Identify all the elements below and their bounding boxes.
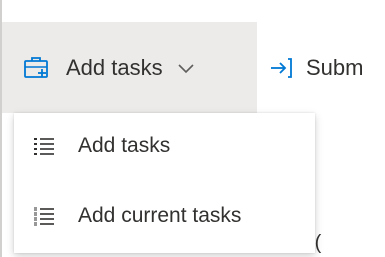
submit-arrow-icon bbox=[268, 55, 294, 81]
add-tasks-dropdown-menu: Add tasks Add current tasks bbox=[14, 113, 315, 253]
menu-item-label: Add tasks bbox=[78, 134, 171, 157]
add-task-briefcase-icon bbox=[22, 53, 52, 83]
menu-item-add-current-tasks[interactable]: Add current tasks bbox=[14, 183, 315, 249]
chevron-down-icon bbox=[175, 57, 197, 79]
app-frame: Add tasks Subm (( bbox=[0, 0, 385, 257]
command-bar: Add tasks Subm bbox=[2, 0, 385, 113]
submit-button-label: Subm bbox=[306, 54, 364, 80]
menu-item-add-tasks[interactable]: Add tasks bbox=[14, 113, 315, 179]
add-tasks-dropdown-button[interactable]: Add tasks bbox=[2, 22, 257, 113]
list-icon bbox=[32, 134, 56, 158]
add-tasks-button-label: Add tasks bbox=[66, 54, 163, 80]
submit-button[interactable]: Subm bbox=[268, 22, 385, 113]
numbered-list-icon bbox=[32, 204, 56, 228]
menu-item-label: Add current tasks bbox=[78, 204, 242, 227]
